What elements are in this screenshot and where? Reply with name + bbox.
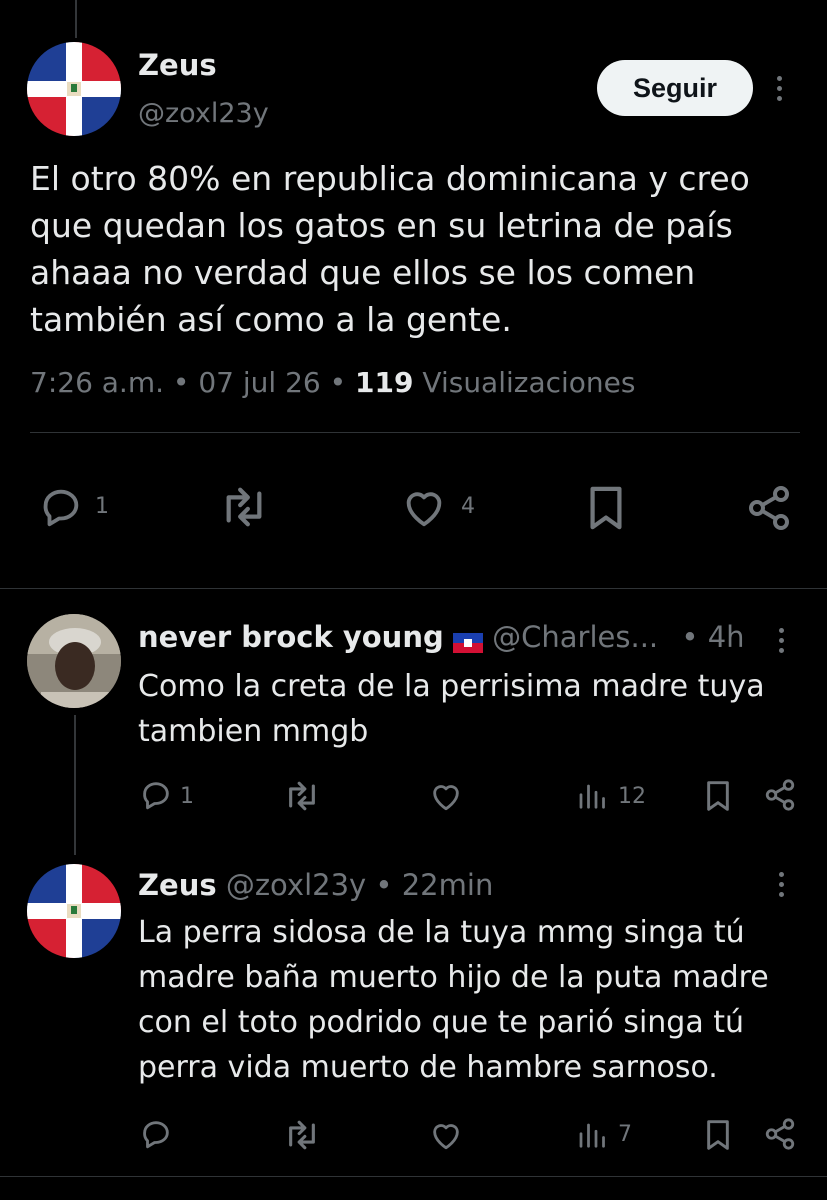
- reply-button[interactable]: [36, 484, 86, 530]
- avatar[interactable]: [27, 42, 121, 136]
- reply-icon: [43, 489, 79, 527]
- reply-author-handle[interactable]: @zoxl23y: [226, 868, 366, 902]
- post-text: El otro 80% en republica dominicana y cr…: [30, 159, 750, 339]
- like-icon: [433, 785, 459, 811]
- views-icon: [579, 784, 605, 809]
- reply-author-handle[interactable]: @Charles...: [492, 620, 658, 654]
- separator: •: [681, 620, 699, 654]
- divider: [0, 1176, 827, 1177]
- separator: •: [375, 868, 393, 902]
- share-button[interactable]: [763, 778, 797, 812]
- bookmark-button[interactable]: [702, 1118, 734, 1152]
- views-label: Visualizaciones: [422, 366, 636, 399]
- bookmark-button[interactable]: [702, 779, 734, 813]
- repost-icon: [289, 781, 315, 811]
- repost-icon: [289, 1120, 315, 1150]
- dominican-flag-icon: [27, 864, 121, 958]
- share-icon: [765, 779, 795, 811]
- like-button[interactable]: [428, 1118, 464, 1152]
- repost-button[interactable]: [217, 484, 271, 530]
- divider: [0, 588, 827, 589]
- reply-count: 1: [180, 784, 194, 809]
- more-options-icon[interactable]: [777, 76, 782, 101]
- repost-icon: [226, 487, 262, 527]
- reply-icon: [143, 1121, 169, 1149]
- share-icon: [749, 486, 789, 530]
- more-options-icon[interactable]: [779, 872, 784, 897]
- thread-line: [74, 715, 76, 855]
- views-button[interactable]: [575, 1120, 607, 1150]
- reply-time[interactable]: 22min: [402, 868, 494, 902]
- views-icon: [579, 1123, 605, 1148]
- reply-button[interactable]: [137, 1117, 175, 1151]
- reply-icon: [143, 782, 169, 810]
- reply-author-name[interactable]: never brock young: [138, 620, 444, 654]
- post-date[interactable]: 07 jul 26: [198, 366, 320, 399]
- reply-header: never brock young @Charles... • 4h: [138, 620, 745, 654]
- more-options-icon[interactable]: [779, 628, 784, 653]
- avatar[interactable]: [27, 864, 121, 958]
- bookmark-button[interactable]: [583, 484, 629, 532]
- follow-button[interactable]: Seguir: [597, 60, 753, 116]
- share-icon: [765, 1118, 795, 1150]
- thread-line: [75, 0, 77, 38]
- reply-text: La perra sidosa de la tuya mmg singa tú …: [138, 915, 769, 1085]
- bookmark-icon: [707, 1120, 729, 1150]
- views-count: 12: [618, 784, 646, 809]
- post-time[interactable]: 7:26 a.m.: [30, 366, 164, 399]
- repost-button[interactable]: [282, 779, 322, 813]
- like-button[interactable]: [399, 484, 449, 530]
- reply-button[interactable]: [137, 778, 175, 812]
- divider: [30, 432, 800, 433]
- like-icon: [406, 492, 442, 527]
- like-count: 4: [461, 494, 475, 519]
- bookmark-icon: [590, 486, 622, 530]
- views-button[interactable]: [575, 781, 607, 811]
- like-button[interactable]: [428, 779, 464, 813]
- author-name[interactable]: Zeus: [138, 48, 217, 82]
- share-button[interactable]: [745, 484, 793, 532]
- user-photo-icon: [27, 614, 121, 708]
- like-icon: [433, 1124, 459, 1150]
- reply-text: Como la creta de la perrisima madre tuya…: [138, 669, 765, 749]
- reply-author-name[interactable]: Zeus: [138, 868, 217, 902]
- separator: •: [329, 366, 347, 399]
- views-count: 119: [355, 366, 414, 399]
- share-button[interactable]: [763, 1117, 797, 1151]
- repost-button[interactable]: [282, 1118, 322, 1152]
- reply-time[interactable]: 4h: [708, 620, 745, 654]
- reply-header: Zeus @zoxl23y • 22min: [138, 868, 493, 902]
- bookmark-icon: [707, 781, 729, 811]
- dominican-flag-icon: [27, 42, 121, 136]
- post-meta: 7:26 a.m. • 07 jul 26 • 119 Visualizacio…: [30, 366, 636, 399]
- author-handle[interactable]: @zoxl23y: [138, 98, 269, 129]
- reply-count: 1: [95, 494, 109, 519]
- views-count: 7: [618, 1122, 632, 1147]
- separator: •: [172, 366, 190, 399]
- avatar[interactable]: [27, 614, 121, 708]
- haiti-flag-icon: [452, 626, 483, 653]
